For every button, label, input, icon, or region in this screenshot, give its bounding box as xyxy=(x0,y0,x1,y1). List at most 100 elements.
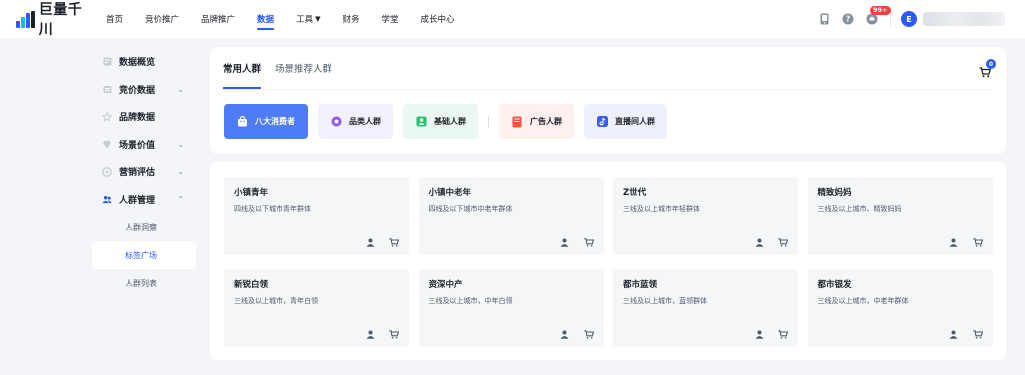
audience-cart-button[interactable]: 0 xyxy=(978,59,996,79)
person-icon[interactable] xyxy=(754,329,764,339)
card-description: 三线及以上城市，蓝领群体 xyxy=(623,297,707,305)
sidebar-item-data-overview[interactable]: 数据概览 xyxy=(92,48,196,76)
audience-card[interactable]: 资深中产 三线及以上城市，中年白领 xyxy=(418,269,604,347)
add-to-cart-icon[interactable] xyxy=(583,329,594,339)
phone-icon[interactable] xyxy=(818,13,830,25)
add-to-cart-icon[interactable] xyxy=(972,237,983,247)
chip-ad-audience[interactable]: 广告人群 xyxy=(499,104,574,139)
chip-eight-consumers[interactable]: 八大消费者 xyxy=(224,104,308,139)
card-title: 新锐白领 xyxy=(234,280,269,290)
nav-tools[interactable]: 工具 ▼ xyxy=(296,0,320,38)
person-icon[interactable] xyxy=(560,329,570,339)
card-description: 三线及以上城市，中年白领 xyxy=(428,297,513,305)
sidebar-item-marketing-eval[interactable]: 营销评估 ⌄ xyxy=(92,158,196,186)
card-title: 精致妈妈 xyxy=(817,188,852,198)
sidebar-item-label: 竞价数据 xyxy=(119,85,156,96)
nav-brand-promotion[interactable]: 品牌推广 xyxy=(201,0,235,38)
person-icon[interactable] xyxy=(560,237,570,247)
sidebar-subitem-tag-square[interactable]: 标签广场 xyxy=(92,241,196,269)
card-description: 三线及以上城市年轻群体 xyxy=(623,205,700,213)
brand-data-icon xyxy=(102,111,112,122)
svg-text:?: ? xyxy=(846,15,851,24)
sidebar-item-audience-management[interactable]: 人群管理 ⌃ xyxy=(92,186,196,214)
card-actions xyxy=(546,237,594,247)
sidebar-item-brand-data[interactable]: 品牌数据 xyxy=(92,103,196,131)
nav-bidding-promotion[interactable]: 竞价推广 xyxy=(145,0,179,38)
audience-card[interactable]: 都市银发 三线及以上城市，中老年群体 xyxy=(807,269,993,347)
tab-common-audience[interactable]: 常用人群 xyxy=(223,47,262,89)
audience-card[interactable]: Z世代 三线及以上城市年轻群体 xyxy=(613,177,798,255)
person-icon[interactable] xyxy=(365,329,375,339)
account-name-blurred[interactable] xyxy=(923,12,1005,26)
add-to-cart-icon[interactable] xyxy=(583,237,594,247)
person-icon[interactable] xyxy=(365,237,375,247)
sidebar-item-scene-value[interactable]: 场景价值 ⌄ xyxy=(92,131,196,159)
person-icon[interactable] xyxy=(754,237,764,247)
avatar[interactable]: E xyxy=(901,11,917,27)
nav-academy[interactable]: 学堂 xyxy=(381,0,398,38)
chip-label: 广告人群 xyxy=(530,117,562,126)
marketing-eval-icon xyxy=(102,166,112,177)
sidebar-item-label: 人群管理 xyxy=(119,195,156,206)
cart-count-badge: 0 xyxy=(986,59,996,69)
card-title: Z世代 xyxy=(623,188,647,198)
audience-card[interactable]: 小镇青年 四线及以下城市青年群体 xyxy=(224,177,409,255)
chip-live-room-audience[interactable]: 直播间人群 xyxy=(584,104,667,139)
card-actions xyxy=(740,237,788,247)
audience-card[interactable]: 小镇中老年 四线及以下城市中老年群体 xyxy=(418,177,604,255)
caret-down-icon: ▼ xyxy=(315,15,321,23)
audience-card[interactable]: 新锐白领 三线及以上城市，青年白领 xyxy=(224,269,409,347)
add-to-cart-icon[interactable] xyxy=(389,329,399,339)
sidebar-subitem-audience-list[interactable]: 人群列表 xyxy=(92,269,196,297)
sidebar-item-label: 场景价值 xyxy=(119,140,156,151)
chevron-down-icon: ⌄ xyxy=(177,84,184,94)
nav-growth-center[interactable]: 成长中心 xyxy=(421,0,455,38)
help-icon[interactable]: ? xyxy=(842,13,854,25)
top-navigation-bar: 巨量千川 首页 竞价推广 品牌推广 数据 工具 ▼ 财务 学堂 成长中心 ? 9… xyxy=(0,0,1025,38)
card-description: 四线及以下城市青年群体 xyxy=(234,205,311,213)
sidebar-subitem-audience-insight[interactable]: 人群洞察 xyxy=(92,213,196,241)
card-actions xyxy=(546,329,594,339)
brand-logo[interactable]: 巨量千川 xyxy=(16,0,96,39)
audience-type-chips: 八大消费者 品类人群 基础人群 广告人群 直播间人群 xyxy=(224,104,677,139)
chip-basic-audience[interactable]: 基础人群 xyxy=(403,104,478,139)
audience-card[interactable]: 都市蓝领 三线及以上城市，蓝领群体 xyxy=(613,269,798,347)
divider xyxy=(890,12,891,26)
card-description: 三线及以上城市、精致妈妈 xyxy=(817,205,902,213)
nav-tools-label: 工具 xyxy=(296,15,314,25)
person-icon[interactable] xyxy=(949,329,959,339)
overview-icon xyxy=(102,57,112,67)
nav-finance[interactable]: 财务 xyxy=(342,0,359,38)
add-to-cart-icon[interactable] xyxy=(389,237,399,247)
chip-label: 八大消费者 xyxy=(255,117,295,126)
audience-tabs: 常用人群 场景推荐人群 xyxy=(223,47,346,89)
chip-separator xyxy=(488,115,489,128)
nav-home[interactable]: 首页 xyxy=(106,0,123,38)
card-title: 都市银发 xyxy=(817,280,852,290)
audience-card[interactable]: 精致妈妈 三线及以上城市、精致妈妈 xyxy=(807,177,993,255)
card-title: 资深中产 xyxy=(428,280,463,290)
notification-bell[interactable]: 99+ xyxy=(866,6,891,25)
nav-data[interactable]: 数据 xyxy=(257,0,275,38)
card-description: 三线及以上城市，中老年群体 xyxy=(817,297,909,305)
tab-divider xyxy=(223,89,993,90)
logo-icon xyxy=(16,10,35,28)
card-description: 四线及以下城市中老年群体 xyxy=(428,205,513,213)
audience-cards-panel: 小镇青年 四线及以下城市青年群体 小镇中老年 四线及以下城市中老年群体 Z世代 … xyxy=(210,162,1006,360)
person-icon[interactable] xyxy=(949,237,959,247)
chip-label: 品类人群 xyxy=(349,117,381,126)
tab-scene-recommended-audience[interactable]: 场景推荐人群 xyxy=(275,47,332,89)
chip-category-audience[interactable]: 品类人群 xyxy=(318,104,393,139)
add-to-cart-icon[interactable] xyxy=(778,237,788,247)
sidebar-item-label: 品牌数据 xyxy=(119,113,156,124)
card-title: 小镇青年 xyxy=(234,188,269,198)
audience-icon xyxy=(102,194,112,204)
card-actions xyxy=(740,329,788,339)
add-to-cart-icon[interactable] xyxy=(972,329,983,339)
chevron-down-icon: ⌄ xyxy=(177,139,184,149)
card-actions xyxy=(351,329,399,339)
add-to-cart-icon[interactable] xyxy=(778,329,788,339)
sidebar-item-bid-data[interactable]: 竞价数据 ⌄ xyxy=(92,76,196,104)
audience-category-panel: 常用人群 场景推荐人群 0 八大消费者 品类人群 基础人群 广告人群 直播间人群 xyxy=(210,47,1006,154)
basic-audience-icon xyxy=(415,116,427,128)
